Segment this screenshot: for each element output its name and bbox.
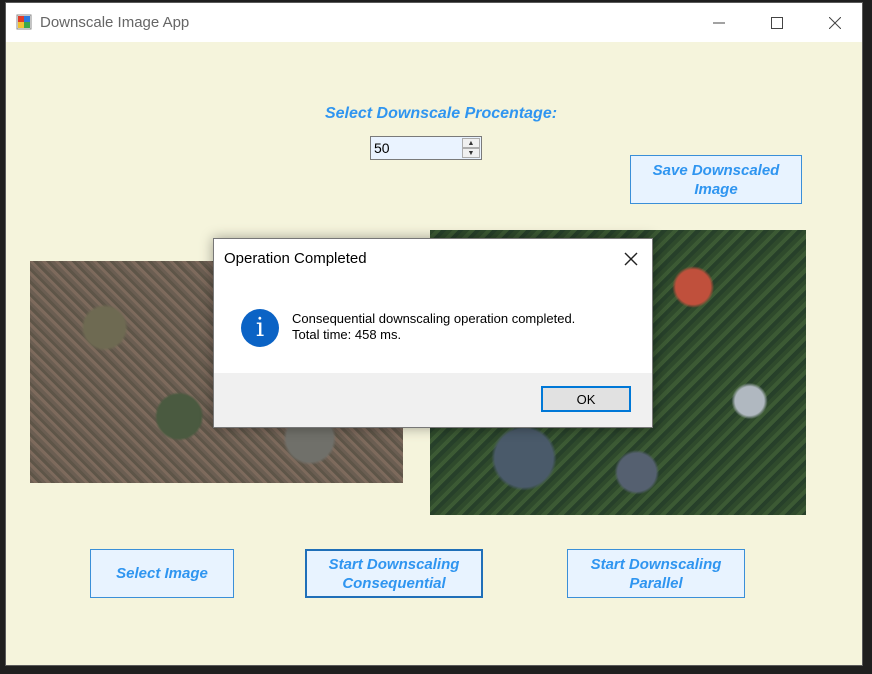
arrow-down-icon: ▼ [467, 149, 475, 157]
save-downscaled-image-button[interactable]: Save Downscaled Image [630, 155, 802, 204]
dialog-message-line1: Consequential downscaling operation comp… [292, 311, 576, 326]
dialog-message: Consequential downscaling operation comp… [292, 311, 575, 343]
ok-button[interactable]: OK [541, 386, 631, 412]
dialog-title: Operation Completed [224, 250, 367, 267]
app-icon [16, 14, 32, 30]
select-image-button[interactable]: Select Image [90, 549, 234, 598]
close-button[interactable] [806, 3, 864, 42]
percentage-value[interactable]: 50 [374, 140, 390, 156]
start-parallel-button[interactable]: Start Downscaling Parallel [567, 549, 745, 598]
dialog-footer: OK [214, 373, 652, 427]
dialog-close-button[interactable] [620, 248, 642, 270]
percentage-label: Select Downscale Procentage: [324, 105, 558, 122]
start-consequential-button[interactable]: Start Downscaling Consequential [305, 549, 483, 598]
spinner-down-button[interactable]: ▼ [462, 148, 480, 158]
operation-completed-dialog: Operation Completed i Consequential down… [213, 238, 653, 428]
percentage-spinner[interactable]: 50 ▲ ▼ [370, 136, 482, 160]
close-icon [624, 252, 638, 266]
minimize-button[interactable] [690, 3, 748, 42]
spinner-buttons: ▲ ▼ [462, 138, 480, 158]
title-bar[interactable]: Downscale Image App [6, 3, 862, 42]
arrow-up-icon: ▲ [467, 139, 475, 147]
dialog-message-line2: Total time: 458 ms. [292, 327, 402, 342]
window-title: Downscale Image App [40, 14, 190, 31]
close-icon [829, 16, 841, 29]
spinner-up-button[interactable]: ▲ [462, 138, 480, 148]
maximize-icon [771, 16, 783, 29]
info-icon: i [241, 309, 279, 347]
minimize-icon [713, 22, 725, 23]
maximize-button[interactable] [748, 3, 806, 42]
